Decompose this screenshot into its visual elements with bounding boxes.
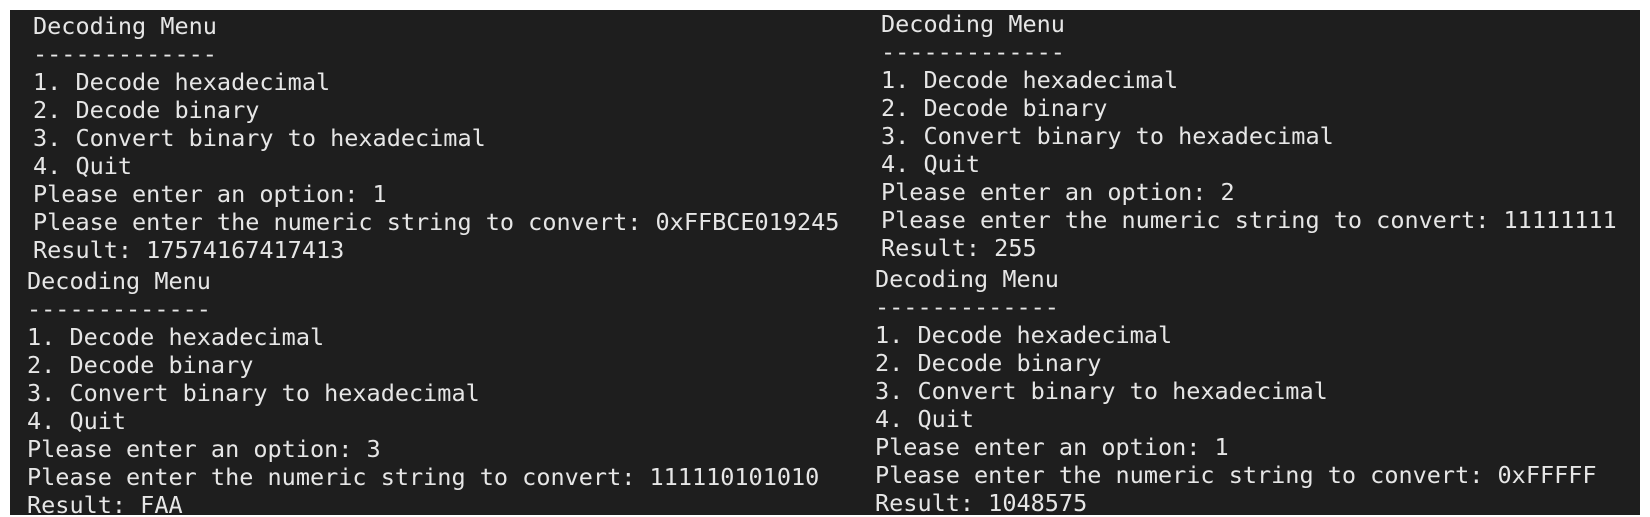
menu-option-quit: 4. Quit xyxy=(33,152,133,180)
menu-separator: ------------- xyxy=(33,40,217,68)
result-line: Result: 1048575 xyxy=(875,489,1088,515)
terminal-output-panel[interactable]: Decoding Menu ------------- 1. Decode he… xyxy=(10,10,860,262)
menu-option-quit: 4. Quit xyxy=(875,405,975,433)
string-prompt-line: Please enter the numeric string to conve… xyxy=(27,463,820,491)
terminal-output-panel[interactable]: Decoding Menu ------------- 1. Decode he… xyxy=(860,262,1640,515)
terminal-output-panel[interactable]: Decoding Menu ------------- 1. Decode he… xyxy=(860,10,1640,262)
menu-separator: ------------- xyxy=(27,295,211,323)
menu-option-decode-hex: 1. Decode hexadecimal xyxy=(881,66,1179,94)
menu-option-decode-hex: 1. Decode hexadecimal xyxy=(27,323,325,351)
result-line: Result: 255 xyxy=(881,234,1037,262)
menu-option-decode-binary: 2. Decode binary xyxy=(875,349,1102,377)
string-prompt-line: Please enter the numeric string to conve… xyxy=(33,208,840,236)
menu-option-convert-binary-hex: 3. Convert binary to hexadecimal xyxy=(875,377,1328,405)
menu-option-convert-binary-hex: 3. Convert binary to hexadecimal xyxy=(27,379,480,407)
option-prompt-line: Please enter an option: 1 xyxy=(33,180,387,208)
option-prompt-line: Please enter an option: 1 xyxy=(875,433,1229,461)
string-prompt-line: Please enter the numeric string to conve… xyxy=(881,206,1617,234)
menu-separator: ------------- xyxy=(881,38,1065,66)
menu-option-convert-binary-hex: 3. Convert binary to hexadecimal xyxy=(33,124,486,152)
option-prompt-line: Please enter an option: 2 xyxy=(881,178,1235,206)
menu-title: Decoding Menu xyxy=(27,267,211,295)
menu-title: Decoding Menu xyxy=(33,12,217,40)
menu-option-decode-binary: 2. Decode binary xyxy=(33,96,260,124)
string-prompt-line: Please enter the numeric string to conve… xyxy=(875,461,1597,489)
terminal-output-panel[interactable]: Decoding Menu ------------- 1. Decode he… xyxy=(10,262,860,515)
menu-option-convert-binary-hex: 3. Convert binary to hexadecimal xyxy=(881,122,1334,150)
result-line: Result: FAA xyxy=(27,491,183,515)
result-line: Result: 17574167417413 xyxy=(33,236,345,262)
menu-option-quit: 4. Quit xyxy=(881,150,981,178)
menu-option-decode-binary: 2. Decode binary xyxy=(27,351,254,379)
menu-option-decode-hex: 1. Decode hexadecimal xyxy=(33,68,331,96)
menu-option-decode-hex: 1. Decode hexadecimal xyxy=(875,321,1173,349)
option-prompt-line: Please enter an option: 3 xyxy=(27,435,381,463)
menu-option-quit: 4. Quit xyxy=(27,407,127,435)
menu-title: Decoding Menu xyxy=(875,265,1059,293)
menu-separator: ------------- xyxy=(875,293,1059,321)
menu-title: Decoding Menu xyxy=(881,10,1065,38)
menu-option-decode-binary: 2. Decode binary xyxy=(881,94,1108,122)
